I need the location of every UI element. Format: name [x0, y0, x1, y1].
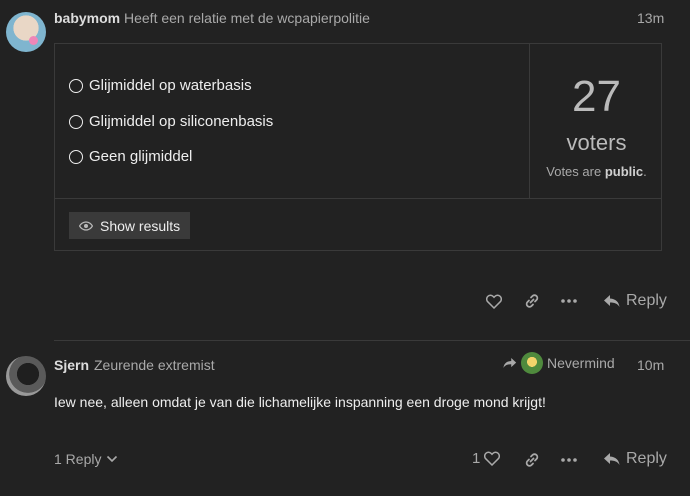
- reply-label: Reply: [626, 450, 667, 467]
- reply-arrow-icon: [604, 295, 620, 307]
- share-link-button[interactable]: [520, 289, 544, 313]
- replies-count-label: 1 Reply: [54, 451, 102, 467]
- avatar-nevermind: [521, 352, 543, 374]
- reply-button[interactable]: Reply: [603, 292, 667, 310]
- heart-icon: [484, 451, 501, 466]
- voter-count: 27: [572, 72, 621, 121]
- show-replies-button[interactable]: 1 Reply: [54, 451, 118, 467]
- avatar-sjern[interactable]: [6, 356, 46, 396]
- poll-option[interactable]: Geen glijmiddel: [69, 148, 192, 165]
- votes-prefix: Votes are: [546, 164, 605, 179]
- post-divider: [54, 340, 690, 341]
- votes-suffix: .: [643, 164, 647, 179]
- avatar-babymom[interactable]: [6, 12, 46, 52]
- heart-icon: [486, 294, 502, 309]
- user-title: Zeurende extremist: [94, 357, 215, 373]
- chevron-down-icon: [107, 455, 118, 463]
- radio-icon[interactable]: [69, 78, 83, 93]
- post-body: Iew nee, alleen omdat je van die lichame…: [54, 394, 546, 410]
- link-icon: [525, 294, 539, 308]
- reply-arrow-icon: [604, 453, 620, 465]
- poll-option[interactable]: Glijmiddel op siliconenbasis: [69, 113, 273, 130]
- more-button[interactable]: [557, 448, 581, 472]
- user-title: Heeft een relatie met de wcpapierpolitie: [124, 10, 370, 26]
- more-button[interactable]: [557, 289, 581, 313]
- ellipsis-icon: [561, 299, 577, 303]
- poll-divider: [55, 198, 661, 199]
- voters-label: voters: [566, 130, 627, 155]
- like-count: 1: [472, 450, 481, 467]
- radio-icon[interactable]: [69, 149, 83, 164]
- like-button[interactable]: [482, 289, 506, 313]
- radio-icon[interactable]: [69, 114, 83, 129]
- votes-visibility-value: public: [604, 164, 644, 179]
- post-username[interactable]: babymom: [54, 10, 120, 26]
- poll-option-label: Glijmiddel op siliconenbasis: [89, 113, 274, 130]
- poll-option-label: Geen glijmiddel: [89, 148, 193, 165]
- poll-option[interactable]: Glijmiddel op waterbasis: [69, 77, 252, 94]
- reply-to-tab[interactable]: Nevermind: [503, 352, 615, 374]
- show-results-label: Show results: [100, 217, 181, 234]
- reply-to-username: Nevermind: [547, 355, 615, 371]
- link-icon: [525, 453, 539, 467]
- reply-label: Reply: [626, 292, 667, 309]
- poll: Glijmiddel op waterbasis Glijmiddel op s…: [54, 43, 662, 251]
- show-results-button[interactable]: Show results: [69, 212, 191, 239]
- reply-arrow-icon: [503, 358, 517, 368]
- poll-option-label: Glijmiddel op waterbasis: [89, 77, 252, 94]
- post-time[interactable]: 13m: [637, 10, 664, 26]
- ellipsis-icon: [561, 458, 577, 462]
- reply-button[interactable]: Reply: [603, 450, 667, 468]
- like-button[interactable]: 1: [472, 450, 501, 467]
- eye-icon: [79, 220, 93, 231]
- post-time[interactable]: 10m: [637, 357, 664, 373]
- votes-visibility: Votes are public.: [530, 164, 663, 179]
- post-username[interactable]: Sjern: [54, 357, 89, 373]
- share-link-button[interactable]: [520, 448, 544, 472]
